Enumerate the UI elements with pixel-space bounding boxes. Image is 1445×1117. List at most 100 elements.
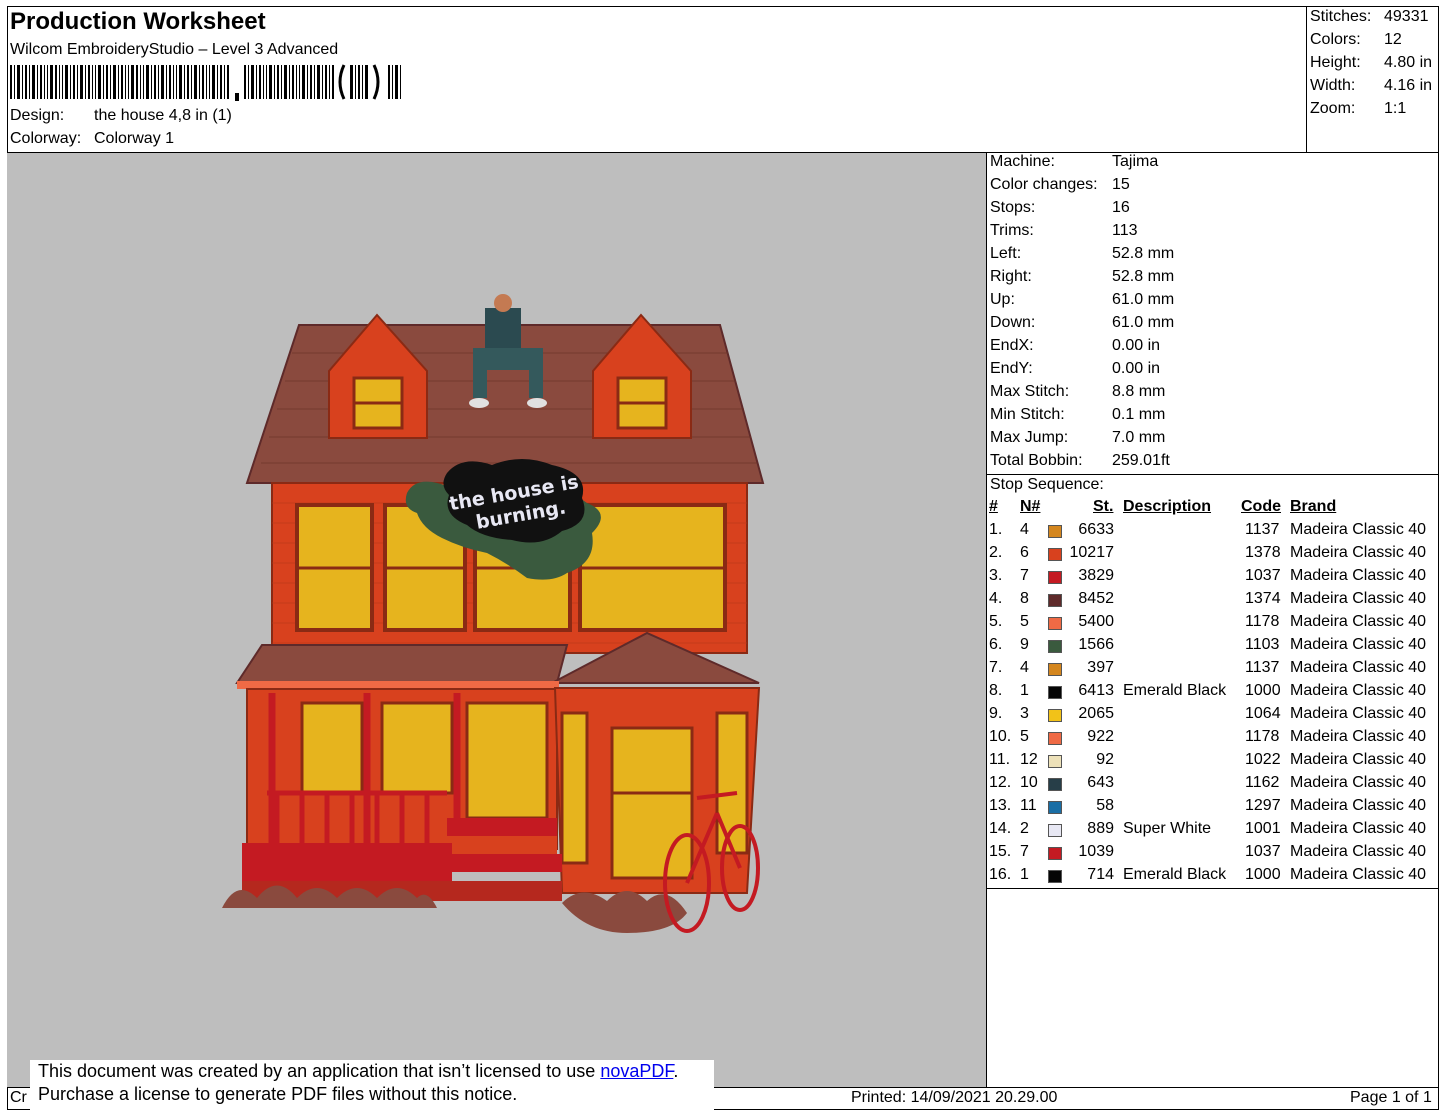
info-value: 259.01ft [1112,452,1170,469]
info-label: Stops: [990,199,1036,216]
row-brand: Madeira Classic 40 [1290,544,1427,561]
notice-prefix: This document was created by an applicat… [38,1061,601,1081]
stat-value: 12 [1384,31,1402,48]
row-needle: 2 [1020,820,1029,837]
table-row: 8. 1 6413 Emerald Black 1000 Madeira Classic … [989,682,1441,705]
row-num: 4. [989,590,1003,607]
novapdf-link[interactable]: novaPDF [600,1061,673,1081]
row-brand: Madeira Classic 40 [1290,866,1427,883]
stat-label: Width: [1310,77,1356,94]
row-brand: Madeira Classic 40 [1290,636,1427,653]
stats-divider [1306,6,1307,153]
row-stitches: 8452 [1078,590,1114,607]
row-code: 1037 [1245,567,1281,584]
colorway-row: Colorway: Colorway 1 [10,130,410,150]
stat-colors: Colors: 12 [1310,31,1438,53]
table-row: 14. 2 889 Super White 1001 Madeira Classic 40 [989,820,1441,843]
row-code: 1374 [1245,590,1281,607]
info-label: Max Jump: [990,429,1069,446]
notice-line1: This document was created by an applicat… [38,1060,714,1083]
row-code: 1064 [1245,705,1281,722]
row-stitches: 3829 [1078,567,1114,584]
info-label: Right: [990,268,1032,285]
page-number: Page 1 of 1 [1350,1089,1432,1106]
row-needle: 8 [1020,590,1029,607]
table-row: 10. 5 922 1178 Madeira Classic 40 [989,728,1441,751]
row-brand: Madeira Classic 40 [1290,774,1427,791]
row-code: 1178 [1245,728,1280,745]
info-label: Min Stitch: [990,406,1065,423]
row-needle: 7 [1020,567,1029,584]
row-code: 1037 [1245,843,1281,860]
row-description: Emerald Black [1123,866,1227,883]
col-num: # [989,498,998,515]
info-value: Tajima [1112,153,1159,170]
row-code: 1001 [1245,820,1281,837]
row-stitches: 5400 [1078,613,1114,630]
col-needle: N# [1020,498,1041,515]
color-swatch [1048,686,1062,699]
table-row: 9. 3 2065 1064 Madeira Classic 40 [989,705,1441,728]
row-needle: 6 [1020,544,1029,561]
design-preview: the house is burning. [7,153,986,1087]
table-row: 3. 7 3829 1037 Madeira Classic 40 [989,567,1441,590]
info-label: Left: [990,245,1022,262]
stat-value: 1:1 [1384,100,1407,117]
row-brand: Madeira Classic 40 [1290,820,1427,837]
row-description: Emerald Black [1123,682,1227,699]
table-row: 2. 6 10217 1378 Madeira Classic 40 [989,544,1441,567]
info-value: 113 [1112,222,1138,239]
row-code: 1378 [1245,544,1281,561]
row-brand: Madeira Classic 40 [1290,728,1427,745]
color-swatch [1048,571,1062,584]
col-code: Code [1241,498,1281,515]
stat-label: Zoom: [1310,100,1356,117]
software-name: Wilcom EmbroideryStudio – Level 3 Advanc… [10,41,339,58]
row-brand: Madeira Classic 40 [1290,751,1427,768]
row-needle: 5 [1020,728,1029,745]
row-brand: Madeira Classic 40 [1290,797,1427,814]
design-value: the house 4,8 in (1) [94,107,232,124]
color-swatch [1048,663,1062,676]
info-value: 16 [1112,199,1130,216]
row-needle: 5 [1020,613,1029,630]
table-row: 6. 9 1566 1103 Madeira Classic 40 [989,636,1441,659]
row-needle: 1 [1020,866,1029,883]
row-num: 6. [989,636,1003,653]
table-row: 13. 11 58 1297 Madeira Classic 40 [989,797,1441,820]
printed-date: Printed: 14/09/2021 20.29.00 [851,1089,1058,1106]
color-swatch [1048,847,1062,860]
table-row: 16. 1 714 Emerald Black 1000 Madeira Classic … [989,866,1441,889]
border-top [7,6,1439,7]
row-stitches: 92 [1096,751,1114,768]
color-swatch [1048,709,1062,722]
row-num: 15. [989,843,1012,860]
info-divider [986,474,1439,475]
info-value: 61.0 mm [1112,314,1175,331]
info-value: 52.8 mm [1112,268,1175,285]
row-code: 1103 [1245,636,1280,653]
info-value: 61.0 mm [1112,291,1175,308]
barcode [10,64,401,101]
info-label: Up: [990,291,1015,308]
info-label: Color changes: [990,176,1098,193]
info-value: 7.0 mm [1112,429,1166,446]
row-num: 10. [989,728,1012,745]
row-stitches: 10217 [1069,544,1115,561]
row-stitches: 6413 [1078,682,1114,699]
color-swatch [1048,870,1062,883]
row-stitches: 714 [1087,866,1114,883]
color-swatch [1048,755,1062,768]
row-stitches: 2065 [1078,705,1114,722]
info-value: 0.00 in [1112,360,1161,377]
table-row: 1. 4 6633 1137 Madeira Classic 40 [989,521,1441,544]
row-brand: Madeira Classic 40 [1290,705,1427,722]
row-stitches: 889 [1087,820,1114,837]
row-brand: Madeira Classic 40 [1290,521,1427,538]
color-swatch [1048,824,1062,837]
row-num: 3. [989,567,1003,584]
info-value: 8.8 mm [1112,383,1166,400]
machine-info: Machine: Tajima Color changes: 15 Stops:… [990,153,1435,473]
table-row: 15. 7 1039 1037 Madeira Classic 40 [989,843,1441,866]
house-embroidery-image: the house is burning. [222,294,765,933]
